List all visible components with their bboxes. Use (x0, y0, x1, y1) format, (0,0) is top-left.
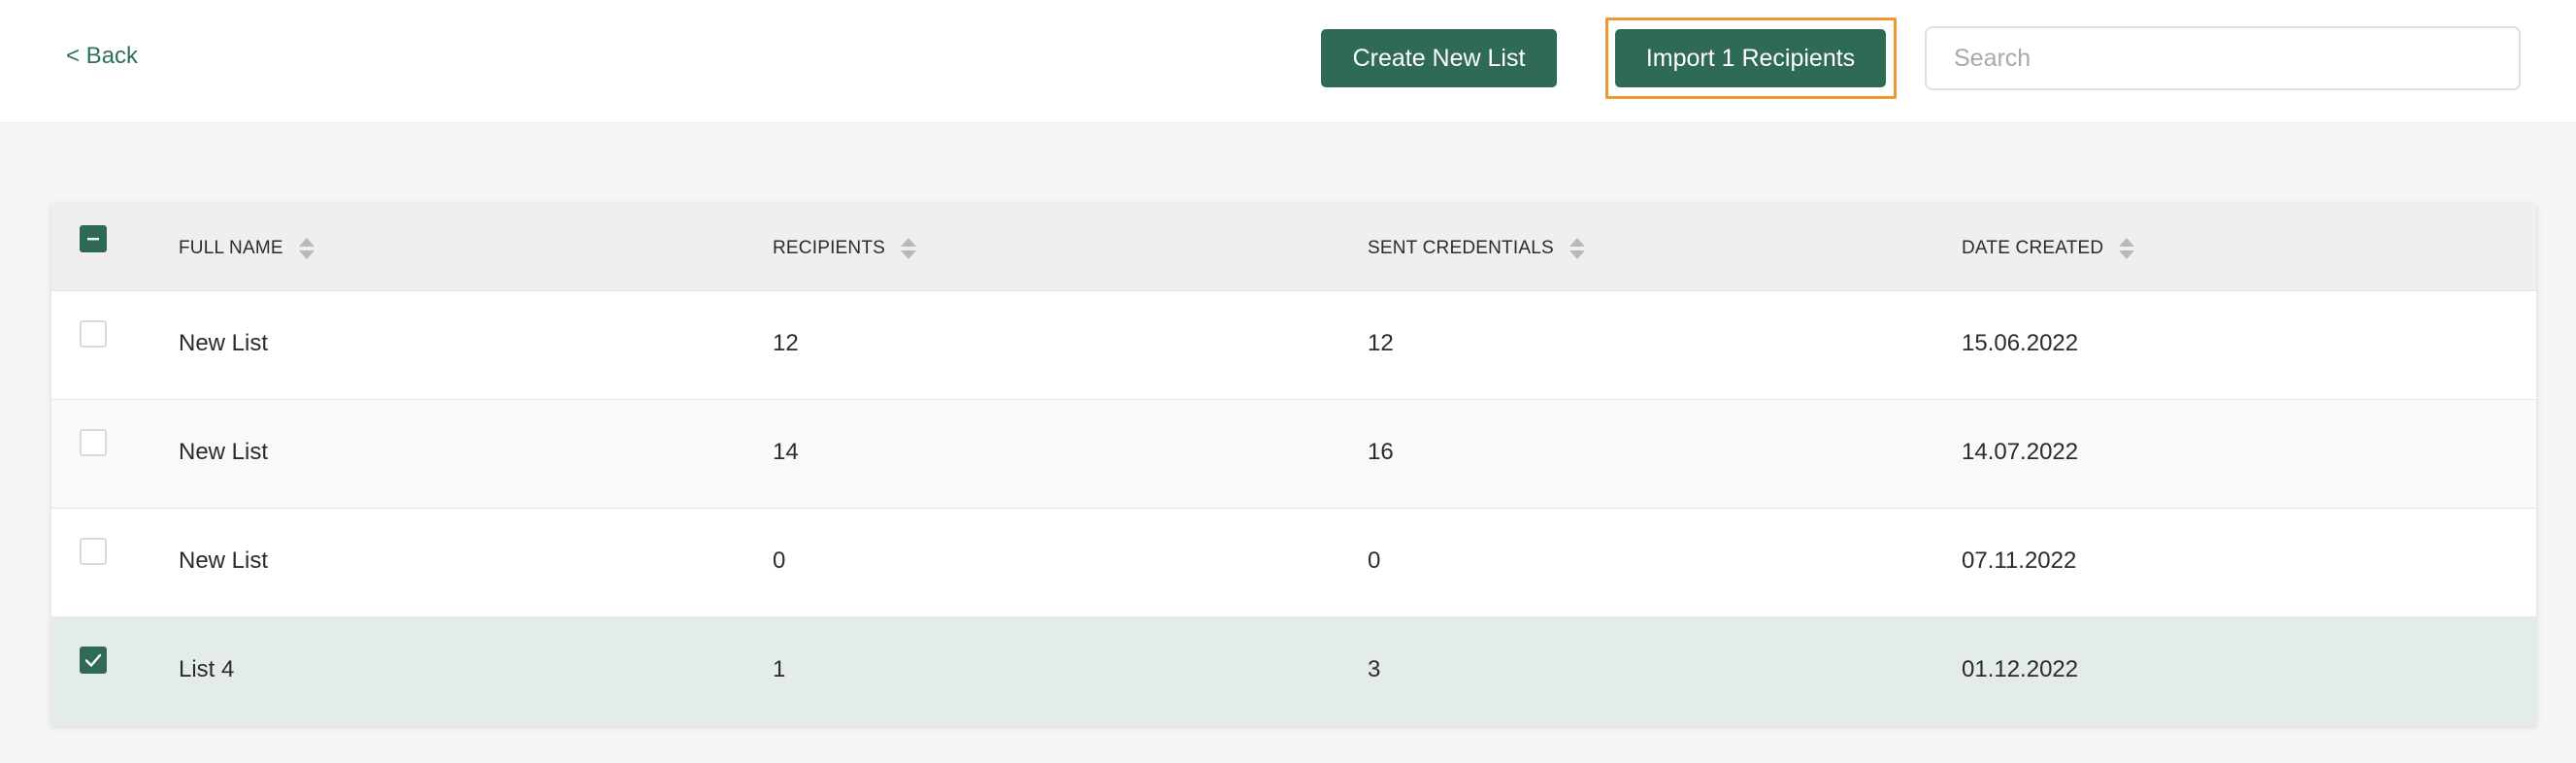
sort-icon (298, 238, 314, 259)
cell-sent-credentials: 12 (1368, 330, 1394, 356)
sort-icon (901, 238, 917, 259)
table-row[interactable]: New List 14 16 14.07.2022 (51, 400, 2536, 509)
table-header: FULL NAME RECIPIENTS SENT CREDENTIALS DA… (51, 204, 2536, 291)
cell-recipients: 1 (773, 656, 786, 682)
import-recipients-button[interactable]: Import 1 Recipients (1615, 29, 1886, 87)
back-link[interactable]: < Back (66, 43, 138, 70)
column-header-recipients[interactable]: RECIPIENTS (773, 236, 918, 261)
sort-icon (1569, 238, 1585, 259)
table-row-selected[interactable]: List 4 1 3 01.12.2022 (51, 617, 2536, 726)
cell-date-created: 01.12.2022 (1962, 656, 2079, 682)
top-bar: < Back Create New List Import 1 Recipien… (0, 0, 2576, 123)
column-header-sent-credentials[interactable]: SENT CREDENTIALS (1368, 236, 1587, 261)
row-checkbox[interactable] (80, 320, 107, 348)
select-all-checkbox[interactable] (80, 225, 107, 252)
lists-table: FULL NAME RECIPIENTS SENT CREDENTIALS DA… (51, 204, 2536, 726)
column-header-label: SENT CREDENTIALS (1368, 238, 1554, 258)
cell-date-created: 15.06.2022 (1962, 330, 2079, 356)
column-header-label: RECIPIENTS (773, 238, 886, 258)
sort-icon (2119, 238, 2135, 259)
table-row[interactable]: New List 12 12 15.06.2022 (51, 291, 2536, 400)
row-checkbox-checked[interactable] (80, 647, 107, 674)
cell-full-name: List 4 (179, 656, 235, 682)
create-new-list-button[interactable]: Create New List (1321, 29, 1557, 87)
minus-icon (87, 238, 99, 241)
column-header-full-name[interactable]: FULL NAME (179, 236, 316, 261)
search-input[interactable] (1925, 26, 2521, 90)
cell-full-name: New List (179, 330, 269, 356)
cell-recipients: 0 (773, 547, 786, 574)
cell-recipients: 12 (773, 330, 799, 356)
cell-sent-credentials: 0 (1368, 547, 1381, 574)
checkmark-icon (84, 653, 102, 667)
cell-sent-credentials: 3 (1368, 656, 1381, 682)
cell-full-name: New List (179, 439, 269, 465)
cell-date-created: 07.11.2022 (1962, 547, 2077, 574)
cell-recipients: 14 (773, 439, 799, 465)
column-header-label: FULL NAME (179, 238, 283, 258)
column-header-label: DATE CREATED (1962, 238, 2104, 258)
row-checkbox[interactable] (80, 538, 107, 565)
table-row[interactable]: New List 0 0 07.11.2022 (51, 509, 2536, 617)
column-header-date-created[interactable]: DATE CREATED (1962, 236, 2136, 261)
row-checkbox[interactable] (80, 429, 107, 456)
cell-sent-credentials: 16 (1368, 439, 1394, 465)
cell-full-name: New List (179, 547, 269, 574)
cell-date-created: 14.07.2022 (1962, 439, 2079, 465)
